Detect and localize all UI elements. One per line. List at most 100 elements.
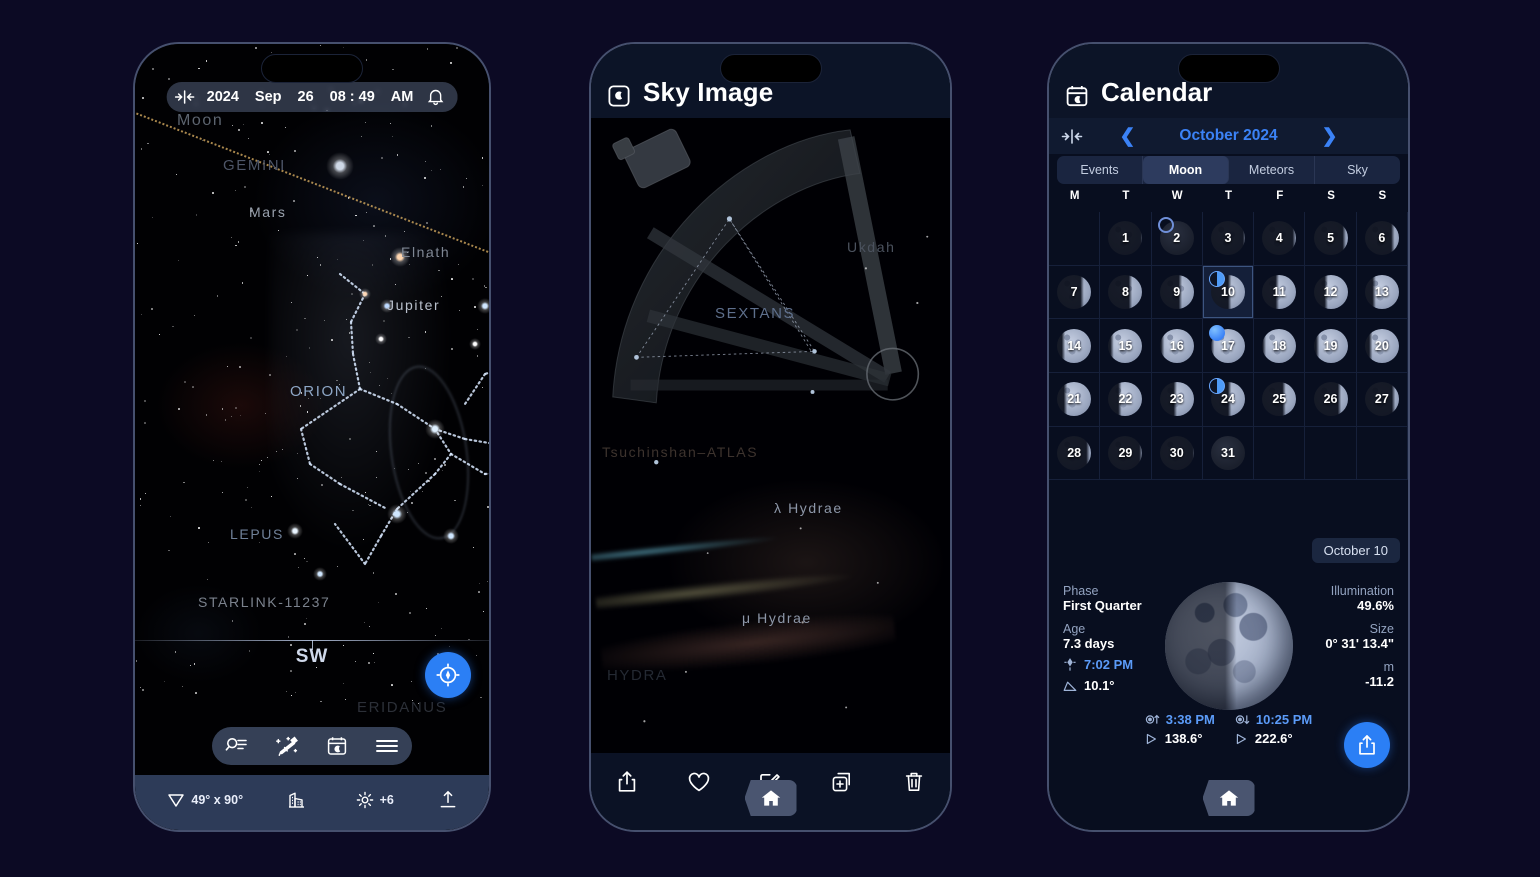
screenshot-stage: Moon GEMINI Mars Elnath Jupiter ORION LEPUS STA…	[0, 0, 1540, 877]
magnitude-value: +6	[379, 792, 394, 807]
magnitude-item[interactable]: +6	[356, 791, 394, 809]
calendar-cell[interactable]: 21	[1049, 373, 1101, 427]
month-navigation-bar[interactable]: ❮ October 2024 ❯	[1049, 118, 1408, 154]
calendar-cell[interactable]: 15	[1100, 319, 1152, 373]
phone-sky-image: Sky Image Ukdah SEXTANS Tsuchinshan–ATLA…	[589, 42, 952, 832]
next-month-button[interactable]: ❯	[1322, 127, 1338, 146]
prev-month-button[interactable]: ❮	[1119, 127, 1135, 146]
calendar-cell[interactable]: 31	[1202, 426, 1255, 481]
sky-map-canvas[interactable]: Moon GEMINI Mars Elnath Jupiter ORION LEPUS STA…	[135, 44, 489, 830]
moon-phase-chip: 21	[1057, 382, 1092, 417]
calendar-cell[interactable]: 18	[1254, 319, 1306, 373]
share-fab[interactable]	[1344, 722, 1390, 768]
calendar-cell[interactable]: 17	[1202, 319, 1255, 373]
calendar-grid[interactable]: 1 2 3 4 5 6 7 8 9 10 11 12 13 14 15 16 17 18 19 20 21 22 23 24 2…	[1049, 212, 1408, 534]
calendar-cell[interactable]: 22	[1100, 373, 1152, 427]
tab-moon[interactable]: Moon	[1143, 156, 1229, 184]
time-value[interactable]: 08 : 49	[322, 89, 383, 105]
calendar-cell[interactable]: 25	[1254, 373, 1306, 427]
calendar-cell[interactable]: 16	[1151, 319, 1203, 373]
month-value[interactable]: Sep	[247, 89, 290, 105]
bell-icon[interactable]	[421, 85, 449, 109]
calendar-cell[interactable]: 26	[1305, 373, 1357, 427]
calendar-cell[interactable]: 19	[1305, 319, 1357, 373]
day-number: 3	[1224, 231, 1232, 246]
altitude-row: 10.1°	[1063, 678, 1142, 693]
star	[330, 338, 333, 341]
moon-phase-chip: 9	[1159, 274, 1194, 309]
calendar-cell[interactable]: 11	[1254, 265, 1306, 320]
search-object-icon[interactable]	[220, 731, 254, 761]
calendar-tabs[interactable]: Events Moon Meteors Sky	[1057, 156, 1400, 184]
home-button[interactable]	[744, 780, 797, 816]
tab-meteors[interactable]: Meteors	[1229, 156, 1315, 184]
selected-date-chip[interactable]: October 10	[1311, 538, 1400, 563]
day-number: 12	[1323, 284, 1338, 299]
star	[264, 412, 266, 414]
calendar-cell[interactable]: 9	[1151, 265, 1203, 320]
share-icon[interactable]	[607, 765, 647, 799]
day-number: 5	[1327, 231, 1335, 246]
day-value[interactable]: 26	[290, 89, 322, 105]
menu-icon[interactable]	[370, 731, 404, 761]
calendar-cell-empty	[1049, 212, 1101, 266]
calendar-cell[interactable]: 7	[1049, 265, 1101, 320]
sky-status-bar[interactable]: 49° x 90° +6	[135, 775, 489, 830]
calendar-cell[interactable]: 28	[1049, 426, 1101, 481]
calendar-cell[interactable]: 23	[1151, 373, 1203, 427]
export-icon	[440, 790, 455, 808]
calendar-cell[interactable]: 8	[1100, 265, 1152, 320]
calendar-cell[interactable]: 10	[1202, 265, 1255, 320]
month-title[interactable]: October 2024	[1179, 127, 1277, 145]
calendar-cell[interactable]: 2	[1151, 212, 1203, 266]
moon-phase-chip: 8	[1108, 274, 1143, 309]
moonrise-azimuth: 138.6°	[1164, 731, 1203, 746]
calendar-cell[interactable]: 27	[1356, 373, 1408, 427]
moon-event-marker-newmoon	[1157, 217, 1174, 234]
meridiem-value[interactable]: AM	[383, 89, 422, 105]
field-of-view-item[interactable]: 49° x 90°	[167, 792, 243, 808]
star	[316, 256, 318, 258]
date-time-bar[interactable]: 2024 Sep 26 08 : 49 AM	[166, 82, 458, 112]
calendar-cell[interactable]: 14	[1049, 319, 1101, 373]
calendar-cell[interactable]: 29	[1100, 426, 1152, 481]
star	[479, 583, 480, 585]
export-item[interactable]	[439, 790, 457, 809]
phone1-notch	[261, 54, 363, 83]
sky-image-canvas[interactable]: Ukdah SEXTANS Tsuchinshan–ATLAS λ Hydrae μ H…	[591, 118, 950, 753]
collapse-horizontal-icon[interactable]	[171, 85, 199, 109]
calendar-cell[interactable]: 13	[1356, 265, 1408, 320]
calendar-cell[interactable]: 1	[1100, 212, 1152, 266]
calendar-cell[interactable]: 6	[1356, 212, 1408, 266]
home-button[interactable]	[1202, 780, 1255, 816]
compass-fab[interactable]	[425, 652, 471, 698]
calendar-cell[interactable]: 5	[1305, 212, 1357, 266]
star	[277, 230, 279, 231]
light-pollution-item[interactable]	[288, 790, 311, 809]
moon-phase-chip: 14	[1057, 328, 1092, 363]
star	[225, 419, 227, 421]
calendar-icon[interactable]	[320, 731, 354, 761]
trash-icon[interactable]	[894, 765, 934, 799]
heart-icon[interactable]	[679, 765, 719, 799]
year-value[interactable]: 2024	[199, 89, 247, 105]
tab-sky[interactable]: Sky	[1315, 156, 1400, 184]
collapse-horizontal-icon[interactable]	[1049, 128, 1095, 145]
tab-events[interactable]: Events	[1057, 156, 1143, 184]
duplicate-add-icon[interactable]	[822, 765, 862, 799]
calendar-cell[interactable]: 12	[1305, 265, 1357, 320]
calendar-cell[interactable]: 3	[1202, 212, 1255, 266]
telescope-icon[interactable]	[270, 731, 304, 761]
calendar-cell[interactable]: 24	[1202, 373, 1255, 427]
sky-toolbar[interactable]	[212, 727, 412, 765]
star	[394, 284, 396, 285]
calendar-cell[interactable]: 4	[1254, 212, 1306, 266]
star	[175, 173, 177, 175]
star	[230, 416, 232, 417]
day-number: 4	[1275, 231, 1283, 246]
calendar-cell[interactable]: 20	[1356, 319, 1408, 373]
calendar-cell[interactable]: 30	[1151, 426, 1203, 481]
day-number: 10	[1221, 284, 1235, 299]
bright-star	[359, 288, 371, 300]
star	[450, 62, 452, 64]
